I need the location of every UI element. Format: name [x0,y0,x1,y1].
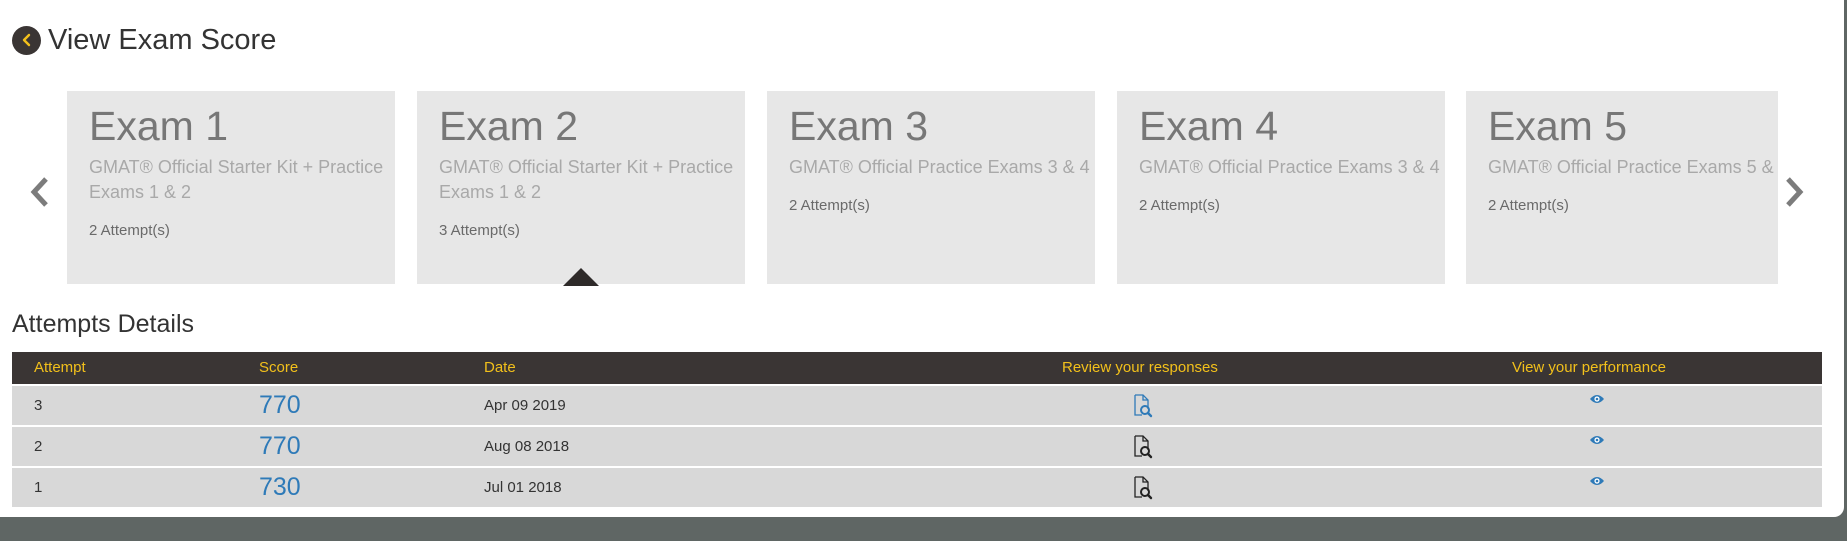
selected-card-indicator [563,268,599,286]
exam-score-panel: View Exam Score Exam 1 GMAT® Official St… [0,0,1844,517]
exam-card-description: GMAT® Official Practice Exams 5 & 6 [1488,157,1778,178]
exam-card-attempts: 2 Attempt(s) [789,197,870,215]
table-header: Attempt Score Date Review your responses… [12,352,1822,384]
carousel-next-button[interactable] [1779,170,1809,214]
page-header: View Exam Score [12,20,276,60]
exam-card-attempts: 2 Attempt(s) [1139,197,1220,215]
document-search-icon [1134,476,1153,500]
table-row: 2 770 Aug 08 2018 [12,425,1822,466]
attempt-number: 2 [34,438,43,455]
exam-card-attempts: 2 Attempt(s) [89,222,170,240]
view-performance-button[interactable] [1589,433,1605,451]
view-performance-button[interactable] [1589,474,1605,492]
review-responses-button[interactable] [1133,394,1153,423]
exam-card-title: Exam 3 [789,103,928,149]
attempt-date: Apr 09 2019 [484,397,566,414]
exam-carousel: Exam 1 GMAT® Official Starter Kit + Prac… [67,91,1778,285]
column-header-date: Date [484,359,516,376]
chevron-left-icon [22,33,30,47]
score-link[interactable]: 730 [259,468,301,507]
document-search-icon [1134,394,1153,418]
attempt-date: Aug 08 2018 [484,438,570,455]
exam-card-attempts: 2 Attempt(s) [1488,197,1569,215]
attempt-number: 3 [34,397,43,414]
view-performance-button[interactable] [1589,392,1605,410]
exam-card-description: GMAT® Official Practice Exams 3 & 4 [789,157,1090,178]
exam-card-title: Exam 4 [1139,103,1278,149]
document-search-icon [1134,435,1153,459]
review-responses-button[interactable] [1133,435,1153,464]
chevron-left-icon [30,177,48,207]
eye-icon [1590,395,1604,403]
exam-card-5[interactable]: Exam 5 GMAT® Official Practice Exams 5 &… [1466,91,1778,284]
exam-card-3[interactable]: Exam 3 GMAT® Official Practice Exams 3 &… [767,91,1095,284]
column-header-attempt: Attempt [34,359,86,376]
exam-card-description: GMAT® Official Starter Kit + Practice Ex… [89,157,384,203]
column-header-performance: View your performance [1512,359,1666,376]
eye-icon [1590,436,1604,444]
carousel-prev-button[interactable] [25,170,55,214]
attempt-number: 1 [34,479,43,496]
table-row: 1 730 Jul 01 2018 [12,466,1822,507]
section-title: Attempts Details [12,310,195,338]
exam-card-2[interactable]: Exam 2 GMAT® Official Starter Kit + Prac… [417,91,745,284]
score-link[interactable]: 770 [259,427,301,466]
review-responses-button[interactable] [1133,476,1153,505]
page-title: View Exam Score [48,23,277,56]
exam-card-4[interactable]: Exam 4 GMAT® Official Practice Exams 3 &… [1117,91,1445,284]
eye-icon [1590,477,1604,485]
column-header-review: Review your responses [1062,359,1218,376]
attempts-table: Attempt Score Date Review your responses… [12,352,1822,507]
exam-card-title: Exam 1 [89,103,228,149]
back-button[interactable] [12,25,41,55]
exam-card-description: GMAT® Official Practice Exams 3 & 4 [1139,157,1440,178]
exam-card-description: GMAT® Official Starter Kit + Practice Ex… [439,157,734,203]
exam-card-attempts: 3 Attempt(s) [439,222,520,240]
score-link[interactable]: 770 [259,386,301,425]
column-header-score: Score [259,359,299,376]
attempt-date: Jul 01 2018 [484,479,562,496]
chevron-right-icon [1786,177,1804,207]
exam-card-title: Exam 5 [1488,103,1627,149]
exam-card-title: Exam 2 [439,103,578,149]
table-row: 3 770 Apr 09 2019 [12,384,1822,425]
exam-card-1[interactable]: Exam 1 GMAT® Official Starter Kit + Prac… [67,91,395,284]
